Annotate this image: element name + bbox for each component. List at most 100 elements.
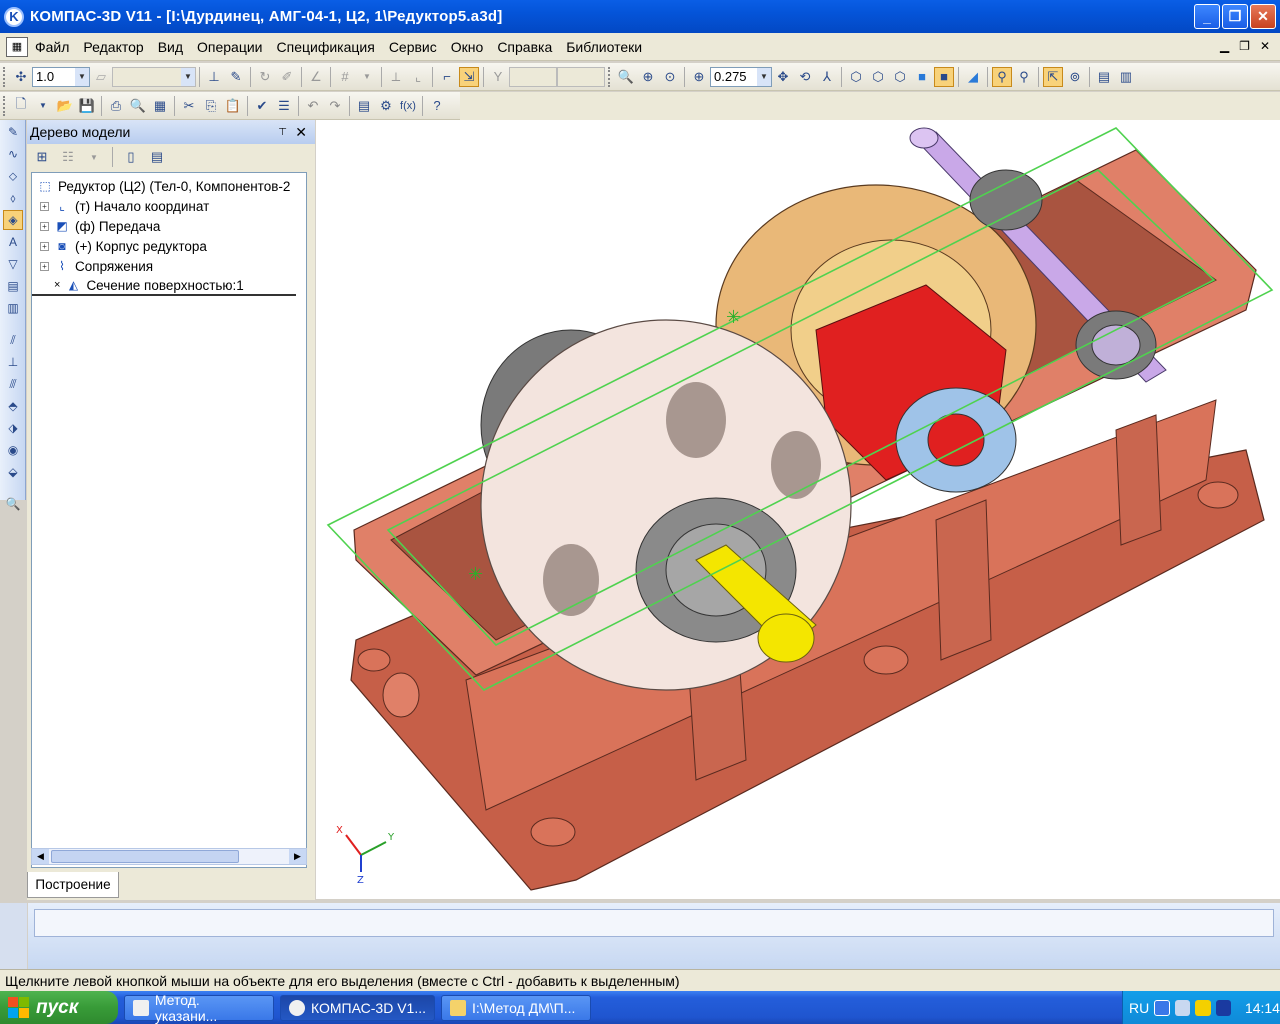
tree-item-housing[interactable]: + ◙ (+) Корпус редуктора bbox=[32, 236, 306, 256]
start-button[interactable]: пуск bbox=[0, 991, 118, 1024]
pen-tool-icon[interactable]: ✐ bbox=[277, 67, 297, 87]
cs-icon[interactable]: ⌞ bbox=[408, 67, 428, 87]
save-icon[interactable]: 💾 bbox=[77, 96, 97, 116]
fillet-icon[interactable]: ◉ bbox=[3, 440, 23, 460]
coord-y-field[interactable] bbox=[557, 66, 605, 87]
expand-icon[interactable]: + bbox=[40, 201, 49, 211]
menu-view[interactable]: Вид bbox=[151, 39, 190, 55]
cut-icon[interactable]: ✂ bbox=[179, 96, 199, 116]
tree-view-icon[interactable]: ☷ bbox=[58, 147, 78, 167]
tree-options-icon[interactable]: ▤ bbox=[147, 147, 167, 167]
halftone-icon[interactable]: ■ bbox=[912, 67, 932, 87]
sweep-icon[interactable]: ⬘ bbox=[3, 396, 23, 416]
tree-item-origin[interactable]: + ⌞ (т) Начало координат bbox=[32, 196, 306, 216]
warning-icon[interactable] bbox=[1195, 999, 1211, 1016]
snap-toggle-icon[interactable]: ⇲ bbox=[459, 66, 479, 87]
scroll-right-icon[interactable]: ▶ bbox=[289, 849, 306, 864]
zoom-in-icon[interactable]: ⊕ bbox=[638, 67, 658, 87]
perspective-icon[interactable]: ◢ bbox=[963, 67, 983, 87]
properties-icon[interactable]: ✎ bbox=[226, 67, 246, 87]
tab-construction[interactable]: Построение bbox=[27, 872, 119, 898]
menu-libraries[interactable]: Библиотеки bbox=[559, 39, 649, 55]
tree-item-section[interactable]: × ◭ Сечение поверхностью:1 bbox=[32, 276, 296, 296]
filter-dropdown-icon[interactable]: ⚲ bbox=[1014, 67, 1034, 87]
variables-icon[interactable]: f(x) bbox=[398, 96, 418, 116]
surface-icon[interactable]: ◈ bbox=[3, 210, 23, 230]
menu-operations[interactable]: Операции bbox=[190, 39, 270, 55]
thin-lines-icon[interactable]: ⬡ bbox=[890, 67, 910, 87]
print-icon[interactable]: ⎙ bbox=[106, 96, 126, 116]
check-collision-icon[interactable]: ▥ bbox=[1116, 67, 1136, 87]
menu-specification[interactable]: Спецификация bbox=[270, 39, 382, 55]
rotate-tool-icon[interactable]: ↻ bbox=[255, 67, 275, 87]
chamfer-icon[interactable]: ⬙ bbox=[3, 462, 23, 482]
loft-icon[interactable]: ⫻ bbox=[3, 374, 23, 394]
reports-icon[interactable]: ▥ bbox=[3, 298, 23, 318]
new-icon[interactable]: 🗋 bbox=[11, 96, 31, 116]
spec-icon[interactable]: ▤ bbox=[3, 276, 23, 296]
restore-button[interactable]: ❐ bbox=[1222, 4, 1248, 29]
orientation-icon[interactable]: ⅄ bbox=[817, 67, 837, 87]
scroll-thumb[interactable] bbox=[51, 850, 239, 863]
menu-service[interactable]: Сервис bbox=[382, 39, 444, 55]
minimize-button[interactable]: _ bbox=[1194, 4, 1220, 29]
expand-icon[interactable]: + bbox=[40, 241, 49, 251]
tray-arrow-icon[interactable] bbox=[1154, 999, 1170, 1016]
settings-icon[interactable]: ⚙ bbox=[376, 96, 396, 116]
tree-close-icon[interactable]: ✕ bbox=[295, 124, 307, 141]
zoom-combo[interactable]: 0.275 ▼ bbox=[710, 66, 772, 87]
scroll-left-icon[interactable]: ◀ bbox=[32, 849, 49, 864]
tree-dropdown-icon[interactable]: ▼ bbox=[84, 147, 104, 167]
copy-icon[interactable]: ⎘ bbox=[201, 96, 221, 116]
task-folder[interactable]: I:\Метод ДМ\П... bbox=[441, 994, 591, 1021]
menu-file[interactable]: Файл bbox=[28, 39, 76, 55]
edit-part-icon[interactable]: ✎ bbox=[3, 122, 23, 142]
pin-icon[interactable]: ⊤ bbox=[278, 127, 287, 138]
mdi-minimize-icon[interactable]: ▁ bbox=[1220, 39, 1229, 53]
coord-y-icon[interactable]: Y bbox=[488, 67, 508, 87]
format-icon[interactable]: ✔ bbox=[252, 96, 272, 116]
help-pointer-icon[interactable]: ? bbox=[427, 96, 447, 116]
mdi-restore-icon[interactable]: ❐ bbox=[1239, 39, 1250, 53]
menu-help[interactable]: Справка bbox=[490, 39, 559, 55]
wireframe-icon[interactable]: ⬡ bbox=[846, 67, 866, 87]
grid-dropdown-icon[interactable]: ▼ bbox=[357, 67, 377, 87]
hidden-lines-icon[interactable]: ⬡ bbox=[868, 67, 888, 87]
snap-icon[interactable]: ✣ bbox=[11, 67, 31, 87]
mdi-close-icon[interactable]: ✕ bbox=[1260, 39, 1270, 53]
open-icon[interactable]: 📂 bbox=[55, 96, 75, 116]
mates-tool-icon[interactable]: ⬨ bbox=[3, 188, 23, 208]
spline-icon[interactable]: ∿ bbox=[3, 144, 23, 164]
ortho-icon[interactable]: ⟂ bbox=[386, 67, 406, 87]
revolve-icon[interactable]: ⊥ bbox=[3, 352, 23, 372]
halftone-edges-icon[interactable]: ■ bbox=[934, 66, 954, 87]
tree-item-mates[interactable]: + ⌇ Сопряжения bbox=[32, 256, 306, 276]
zoom-scale-icon[interactable]: ⊕ bbox=[689, 67, 709, 87]
media-icon[interactable] bbox=[1215, 999, 1231, 1016]
manager-icon[interactable]: ▦ bbox=[150, 96, 170, 116]
task-kompas[interactable]: КОМПАС-3D V1... bbox=[280, 994, 435, 1021]
filter-tool-icon[interactable]: ▽ bbox=[3, 254, 23, 274]
expand-icon[interactable]: + bbox=[40, 221, 49, 231]
menu-window[interactable]: Окно bbox=[444, 39, 491, 55]
line-icon[interactable]: ⌐ bbox=[437, 67, 457, 87]
layer-icon[interactable]: ▱ bbox=[91, 67, 111, 87]
preview-icon[interactable]: 🔍 bbox=[128, 96, 148, 116]
pan-icon[interactable]: ✥ bbox=[773, 67, 793, 87]
properties-field[interactable] bbox=[34, 909, 1274, 937]
network-icon[interactable] bbox=[1174, 999, 1191, 1016]
orbit-icon[interactable]: ⟲ bbox=[795, 67, 815, 87]
extrude-icon[interactable]: ⫽ bbox=[3, 330, 23, 350]
shell-icon[interactable]: ⬗ bbox=[3, 418, 23, 438]
expand-icon[interactable]: + bbox=[40, 261, 49, 271]
model-viewport[interactable]: ✳ ✳ X Y Z bbox=[316, 120, 1280, 899]
properties-list-icon[interactable]: ☰ bbox=[274, 96, 294, 116]
redo-icon[interactable]: ↷ bbox=[325, 96, 345, 116]
task-word-doc[interactable]: Метод. указани... bbox=[124, 992, 274, 1024]
tree-filter-icon[interactable]: ▯ bbox=[121, 147, 141, 167]
zoom-all-icon[interactable]: ⊙ bbox=[660, 67, 680, 87]
coord-x-field[interactable] bbox=[509, 66, 557, 87]
measure-icon[interactable]: ⊚ bbox=[1065, 67, 1085, 87]
tree-structure-icon[interactable]: ⊞ bbox=[32, 147, 52, 167]
zoom-window-icon[interactable]: 🔍 bbox=[616, 67, 636, 87]
